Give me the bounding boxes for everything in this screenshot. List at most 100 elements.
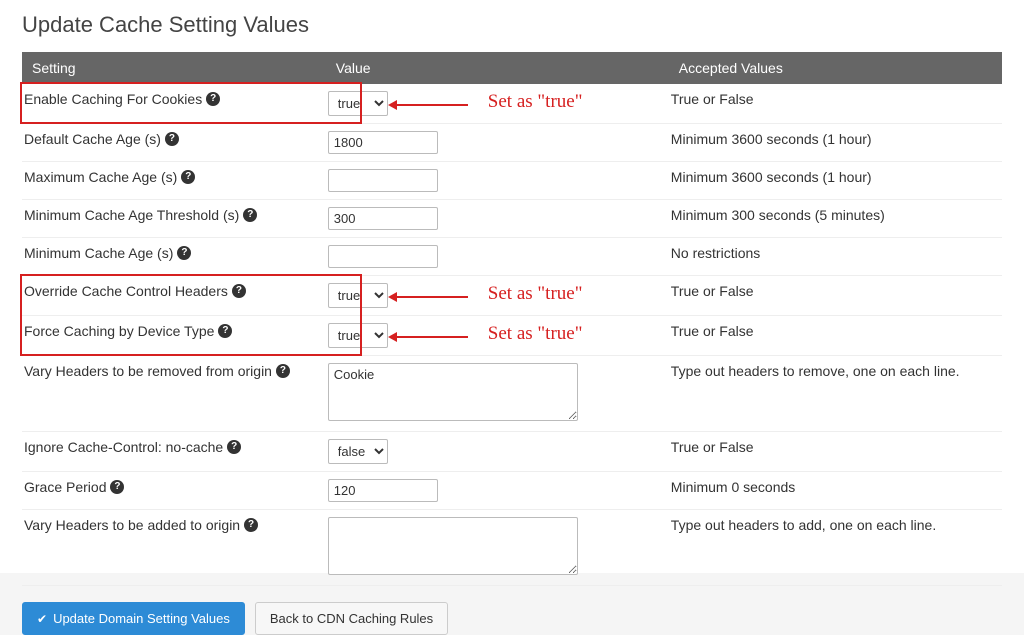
setting-label: Maximum Cache Age (s)?	[24, 169, 195, 185]
value-select[interactable]: truefalse	[328, 439, 388, 464]
help-icon[interactable]: ?	[227, 440, 241, 454]
setting-label-text: Force Caching by Device Type	[24, 323, 214, 339]
setting-label-text: Minimum Cache Age Threshold (s)	[24, 207, 239, 223]
table-row: Minimum Cache Age Threshold (s)?Minimum …	[22, 200, 1002, 238]
value-cell	[326, 472, 669, 510]
value-input[interactable]	[328, 169, 438, 192]
value-textarea[interactable]	[328, 363, 578, 421]
table-row: Override Cache Control Headers? truefalse…	[22, 276, 1002, 316]
setting-label: Default Cache Age (s)?	[24, 131, 179, 147]
help-icon[interactable]: ?	[110, 480, 124, 494]
setting-cell: Ignore Cache-Control: no-cache?	[22, 432, 326, 472]
setting-label: Ignore Cache-Control: no-cache?	[24, 439, 241, 455]
table-row: Enable Caching For Cookies? truefalse True…	[22, 84, 1002, 124]
setting-cell: Enable Caching For Cookies?	[22, 84, 326, 124]
setting-cell: Maximum Cache Age (s)?	[22, 162, 326, 200]
value-cell: truefalse	[326, 84, 669, 124]
help-icon[interactable]: ?	[165, 132, 179, 146]
accepted-values-cell: True or False	[669, 84, 1002, 124]
help-icon[interactable]: ?	[181, 170, 195, 184]
help-icon[interactable]: ?	[232, 284, 246, 298]
setting-label: Vary Headers to be removed from origin?	[24, 363, 290, 379]
header-setting: Setting	[22, 52, 326, 84]
setting-label: Override Cache Control Headers?	[24, 283, 246, 299]
accepted-values-cell: True or False	[669, 432, 1002, 472]
setting-label-text: Default Cache Age (s)	[24, 131, 161, 147]
help-icon[interactable]: ?	[276, 364, 290, 378]
setting-label-text: Override Cache Control Headers	[24, 283, 228, 299]
accepted-values-cell: True or False	[669, 316, 1002, 356]
setting-cell: Override Cache Control Headers?	[22, 276, 326, 316]
table-row: Force Caching by Device Type? truefalse Tr…	[22, 316, 1002, 356]
value-cell	[326, 124, 669, 162]
value-cell: truefalse	[326, 276, 669, 316]
accepted-values-cell: True or False	[669, 276, 1002, 316]
value-cell: truefalse	[326, 432, 669, 472]
value-input[interactable]	[328, 245, 438, 268]
table-row: Default Cache Age (s)? Minimum 3600 secon…	[22, 124, 1002, 162]
header-accepted: Accepted Values	[669, 52, 1002, 84]
setting-label: Minimum Cache Age (s)?	[24, 245, 191, 261]
accepted-values-cell: Type out headers to add, one on each lin…	[669, 510, 1002, 586]
setting-cell: Vary Headers to be added to origin?	[22, 510, 326, 586]
value-input[interactable]	[328, 479, 438, 502]
value-textarea[interactable]	[328, 517, 578, 575]
value-cell	[326, 238, 669, 276]
value-cell	[326, 162, 669, 200]
value-select[interactable]: truefalse	[328, 283, 388, 308]
table-row: Ignore Cache-Control: no-cache? truefalse…	[22, 432, 1002, 472]
setting-cell: Minimum Cache Age (s)?	[22, 238, 326, 276]
setting-label: Minimum Cache Age Threshold (s)?	[24, 207, 257, 223]
accepted-values-cell: Type out headers to remove, one on each …	[669, 356, 1002, 432]
setting-label-text: Maximum Cache Age (s)	[24, 169, 177, 185]
accepted-values-cell: Minimum 300 seconds (5 minutes)	[669, 200, 1002, 238]
setting-cell: Grace Period?	[22, 472, 326, 510]
accepted-values-cell: Minimum 3600 seconds (1 hour)	[669, 124, 1002, 162]
setting-label: Force Caching by Device Type?	[24, 323, 232, 339]
value-cell	[326, 356, 669, 432]
accepted-values-cell: Minimum 0 seconds	[669, 472, 1002, 510]
setting-label: Vary Headers to be added to origin?	[24, 517, 258, 533]
check-icon	[37, 611, 47, 626]
value-cell	[326, 200, 669, 238]
button-bar: Update Domain Setting Values Back to CDN…	[22, 602, 1002, 635]
setting-label-text: Ignore Cache-Control: no-cache	[24, 439, 223, 455]
accepted-values-cell: No restrictions	[669, 238, 1002, 276]
back-to-cdn-caching-rules-button[interactable]: Back to CDN Caching Rules	[255, 602, 448, 635]
setting-label: Grace Period?	[24, 479, 124, 495]
value-select[interactable]: truefalse	[328, 91, 388, 116]
setting-label-text: Minimum Cache Age (s)	[24, 245, 173, 261]
setting-label-text: Enable Caching For Cookies	[24, 91, 202, 107]
page-container: Update Cache Setting Values Setting Valu…	[0, 0, 1024, 573]
setting-label-text: Grace Period	[24, 479, 106, 495]
table-header-row: Setting Value Accepted Values	[22, 52, 1002, 84]
setting-label: Enable Caching For Cookies?	[24, 91, 220, 107]
settings-table: Setting Value Accepted Values Enable Cac…	[22, 52, 1002, 586]
value-input[interactable]	[328, 207, 438, 230]
update-button-label: Update Domain Setting Values	[53, 611, 230, 626]
table-row: Grace Period? Minimum 0 seconds	[22, 472, 1002, 510]
setting-cell: Vary Headers to be removed from origin?	[22, 356, 326, 432]
table-row: Minimum Cache Age (s)? No restrictions	[22, 238, 1002, 276]
setting-cell: Force Caching by Device Type?	[22, 316, 326, 356]
setting-cell: Default Cache Age (s)?	[22, 124, 326, 162]
header-value: Value	[326, 52, 669, 84]
help-icon[interactable]: ?	[244, 518, 258, 532]
setting-label-text: Vary Headers to be added to origin	[24, 517, 240, 533]
page-title: Update Cache Setting Values	[22, 12, 1002, 38]
value-cell	[326, 510, 669, 586]
help-icon[interactable]: ?	[177, 246, 191, 260]
update-domain-setting-values-button[interactable]: Update Domain Setting Values	[22, 602, 245, 635]
value-select[interactable]: truefalse	[328, 323, 388, 348]
value-cell: truefalse	[326, 316, 669, 356]
setting-label-text: Vary Headers to be removed from origin	[24, 363, 272, 379]
help-icon[interactable]: ?	[218, 324, 232, 338]
back-button-label: Back to CDN Caching Rules	[270, 611, 433, 626]
value-input[interactable]	[328, 131, 438, 154]
table-row: Vary Headers to be removed from origin? T…	[22, 356, 1002, 432]
help-icon[interactable]: ?	[243, 208, 257, 222]
table-row: Maximum Cache Age (s)? Minimum 3600 secon…	[22, 162, 1002, 200]
help-icon[interactable]: ?	[206, 92, 220, 106]
accepted-values-cell: Minimum 3600 seconds (1 hour)	[669, 162, 1002, 200]
table-row: Vary Headers to be added to origin? Type …	[22, 510, 1002, 586]
